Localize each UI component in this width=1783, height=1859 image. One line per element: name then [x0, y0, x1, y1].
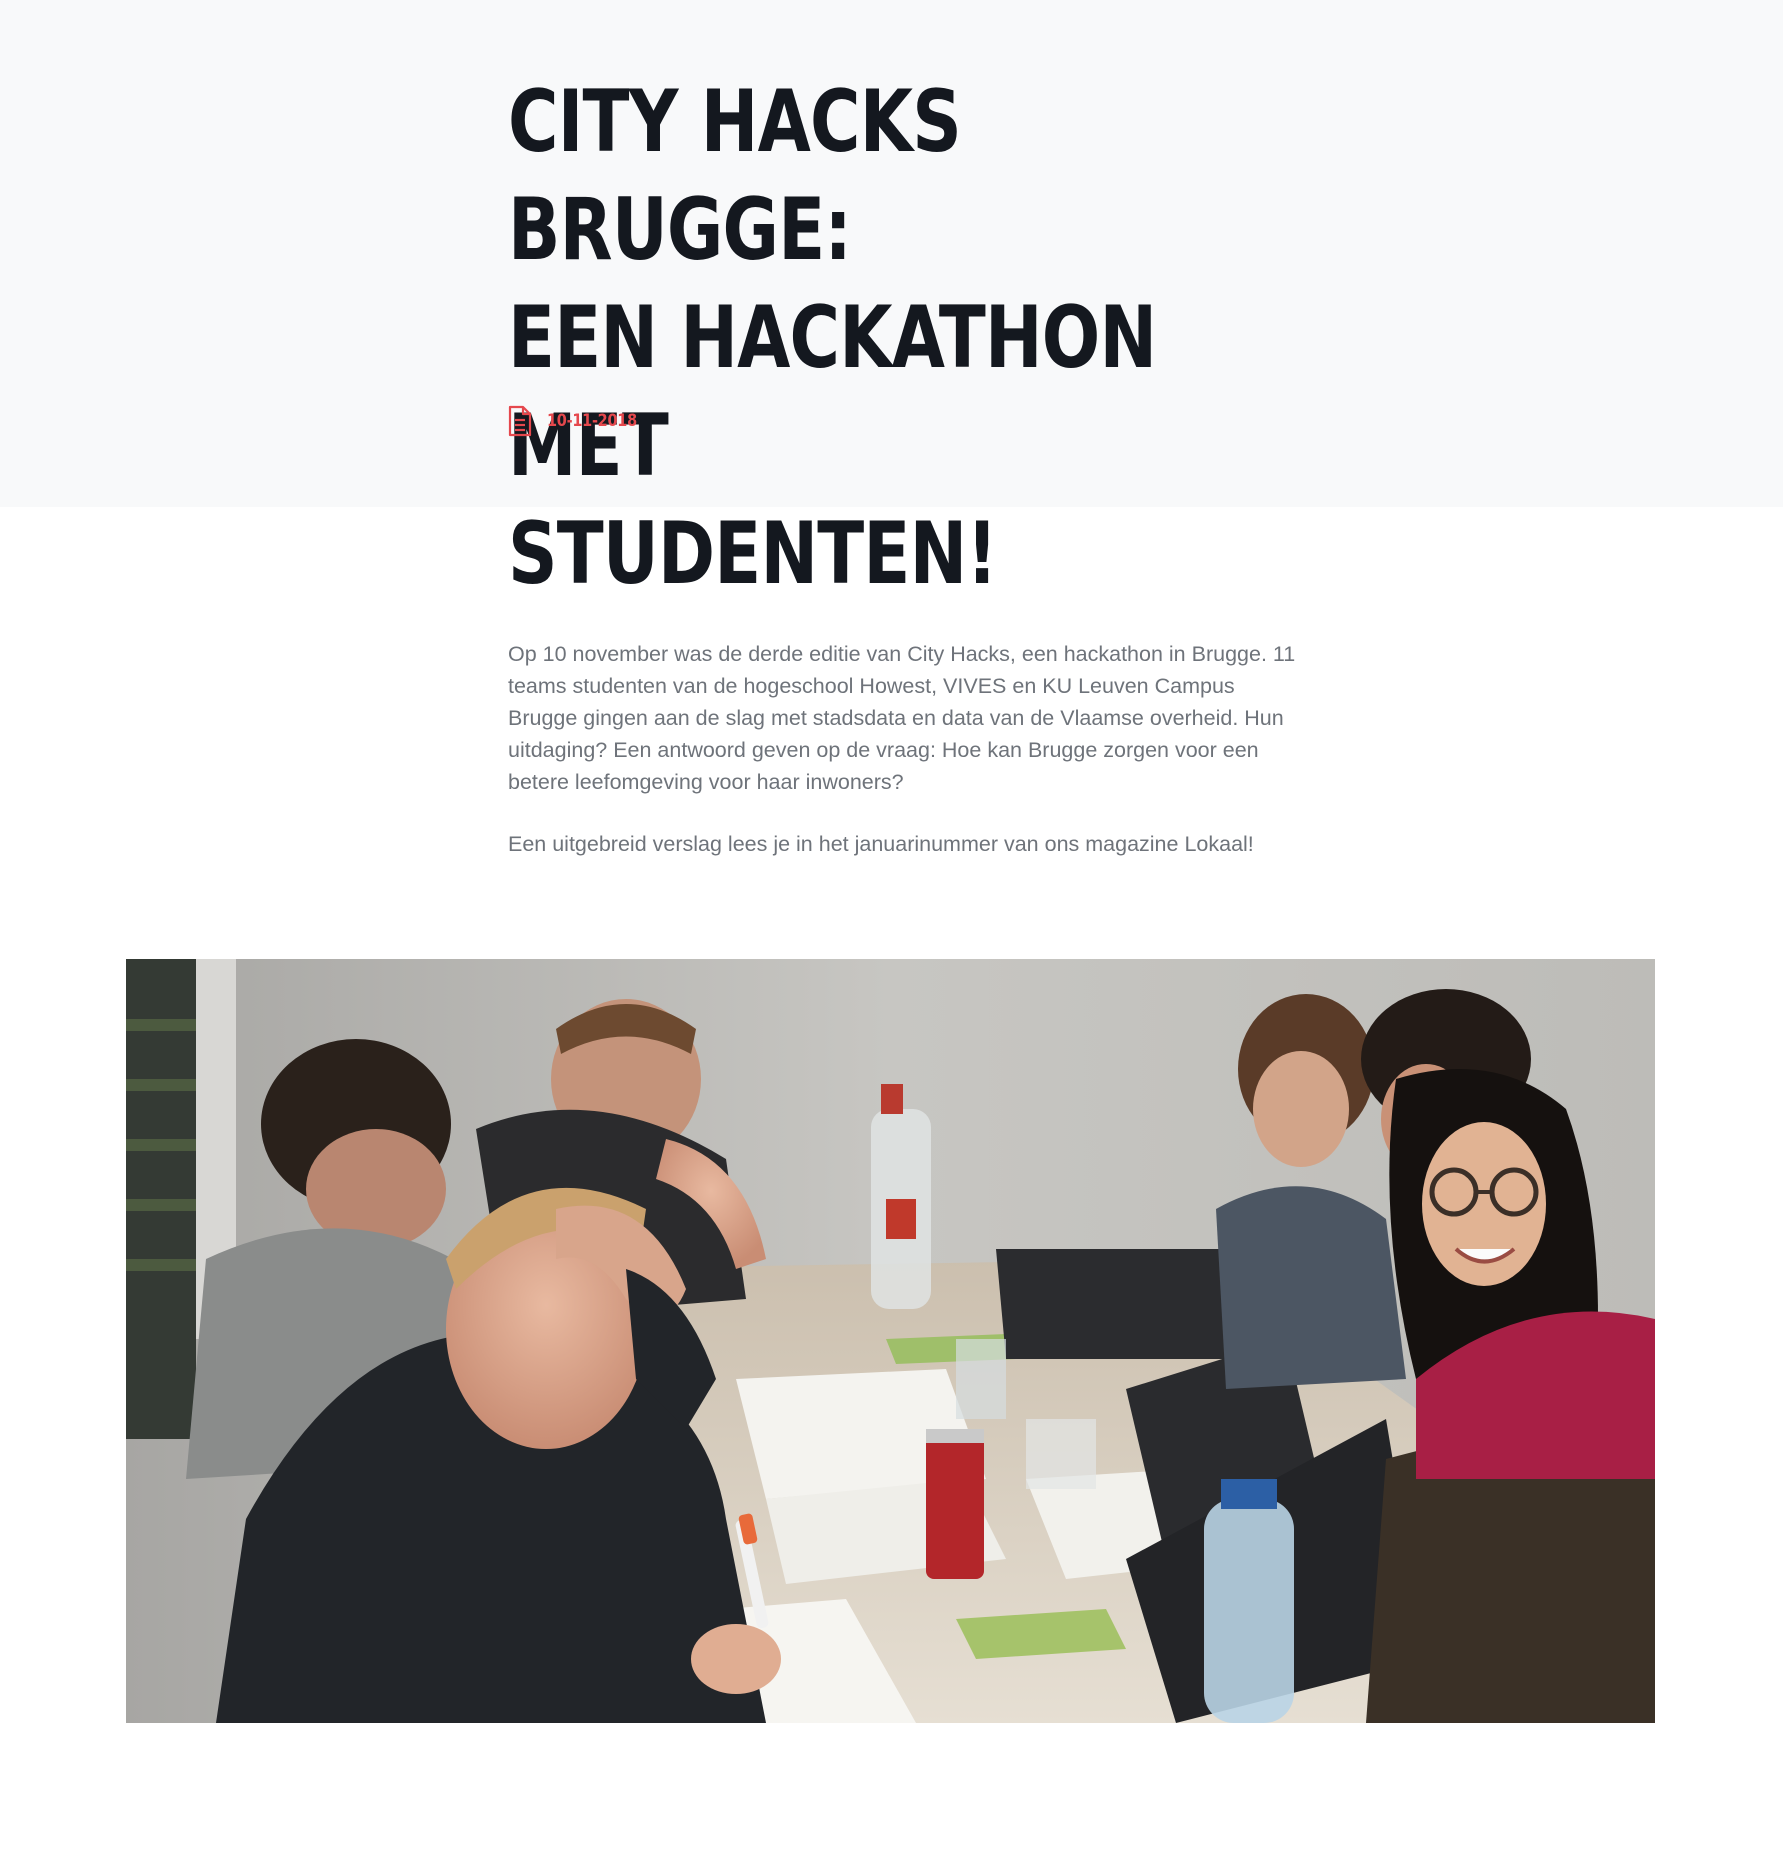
document-icon — [508, 405, 532, 437]
title-container: CITY HACKS BRUGGE: EEN HACKATHON MET STU… — [508, 68, 1308, 608]
title-line-3: STUDENTEN! — [508, 504, 998, 604]
photo-illustration — [126, 959, 1655, 1723]
article-photo — [126, 959, 1655, 1723]
article-paragraph: Een uitgebreid verslag lees je in het ja… — [508, 832, 1254, 856]
article-paragraph: Op 10 november was de derde editie van C… — [508, 642, 1296, 794]
article-date: 10-11-2018 — [547, 411, 637, 431]
page-title: CITY HACKS BRUGGE: EEN HACKATHON MET STU… — [508, 68, 1308, 608]
article-meta: 10-11-2018 — [508, 405, 653, 437]
title-line-2: EEN HACKATHON MET — [508, 288, 1157, 496]
article-body: Op 10 november was de derde editie van C… — [508, 638, 1308, 890]
article-header: CITY HACKS BRUGGE: EEN HACKATHON MET STU… — [0, 0, 1783, 604]
title-line-1: CITY HACKS BRUGGE: — [508, 72, 962, 280]
